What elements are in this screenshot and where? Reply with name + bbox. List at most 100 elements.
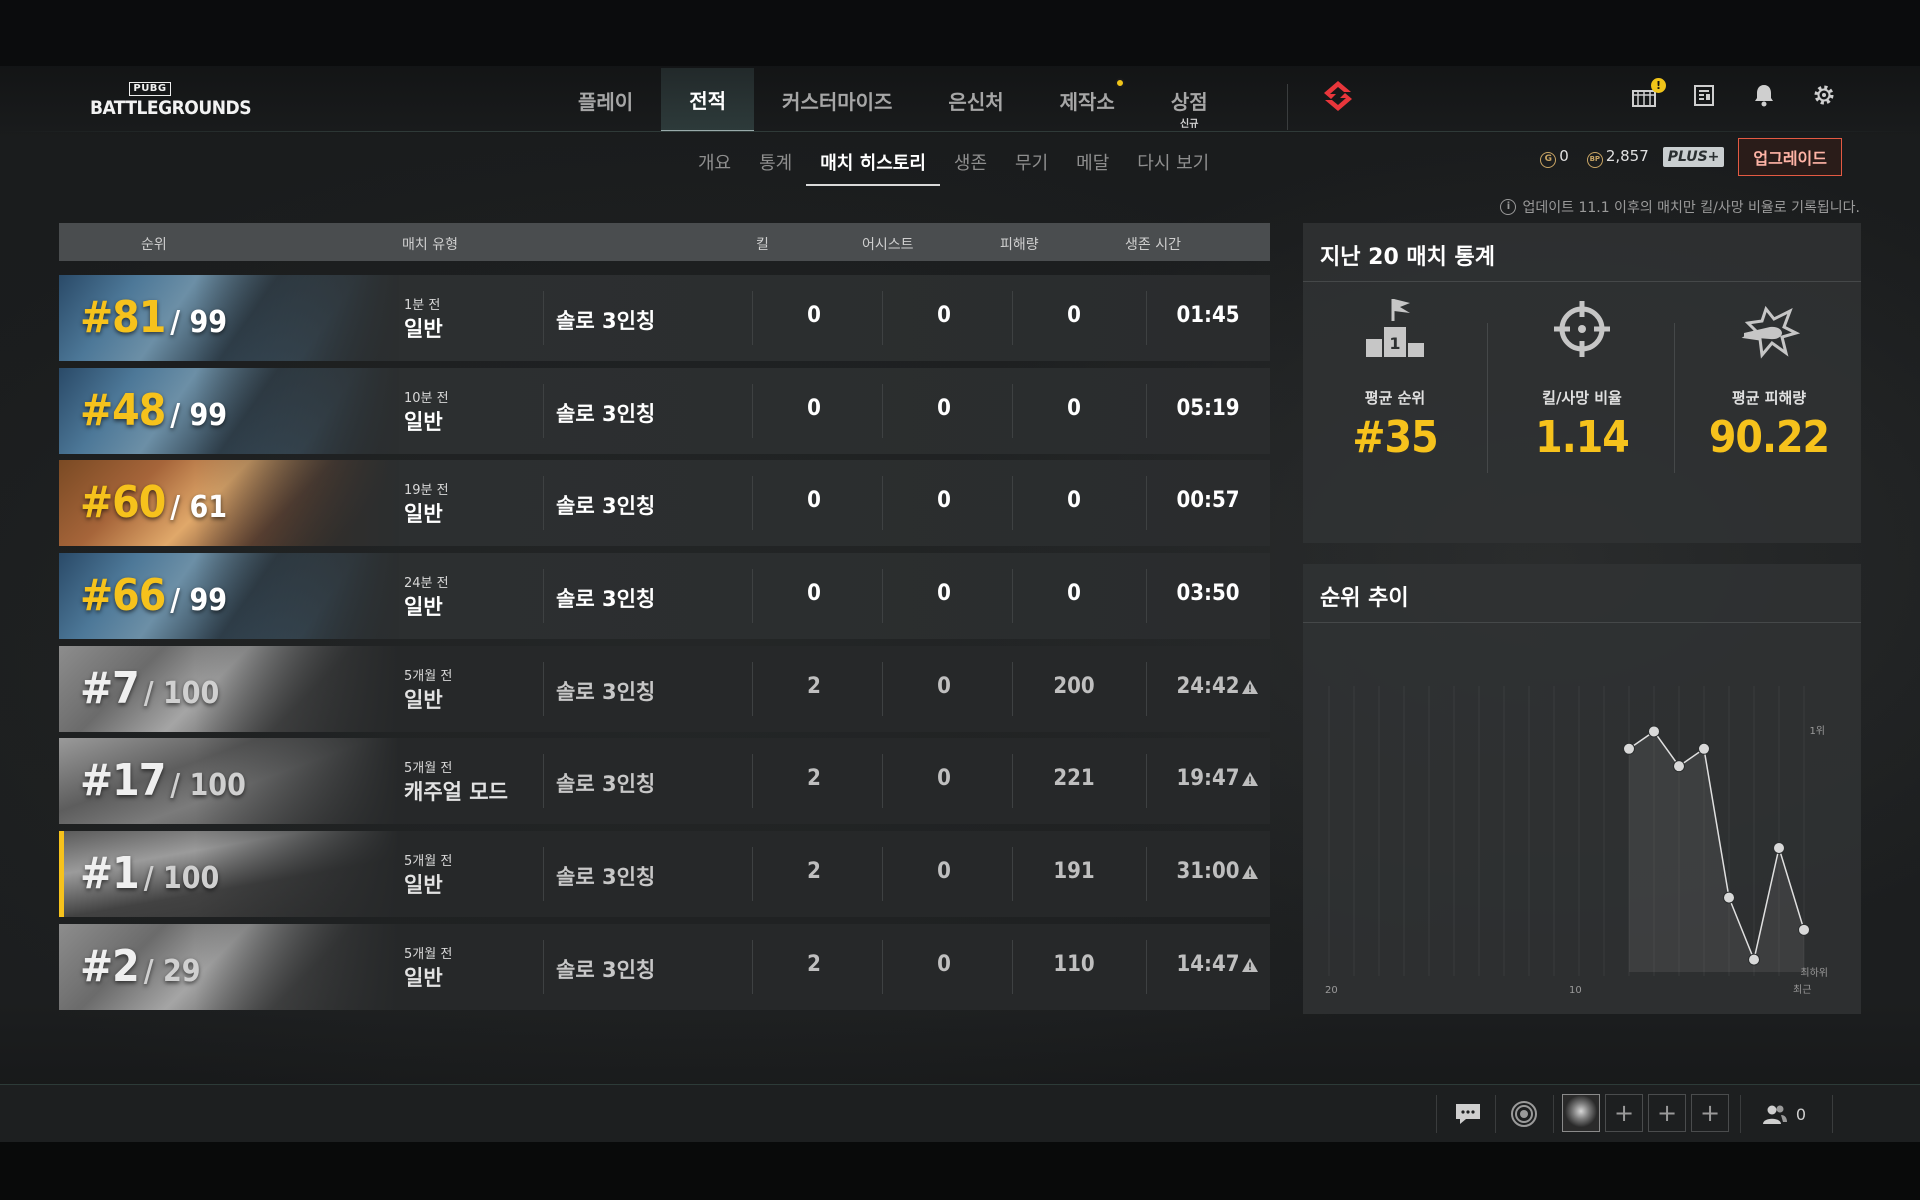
rank-total: / 99: [170, 398, 228, 433]
trend-point[interactable]: [1648, 725, 1660, 738]
damage-value: 200: [1053, 674, 1095, 699]
cell-divider: [882, 476, 883, 530]
rank-total: / 100: [143, 676, 220, 711]
cell-divider: [882, 384, 883, 438]
cell-divider: [1146, 754, 1147, 808]
gear-icon[interactable]: [1808, 82, 1840, 114]
chat-icon[interactable]: [1446, 1085, 1490, 1143]
survival-value: 00:57: [1176, 488, 1240, 513]
rank-label: #66 / 99: [80, 570, 227, 621]
emblem-icon[interactable]: [1502, 1085, 1546, 1143]
crate-icon[interactable]: !: [1628, 78, 1666, 114]
match-type: 솔로 3인칭: [556, 680, 656, 704]
rank-value: #1: [80, 848, 140, 899]
trend-point[interactable]: [1798, 923, 1810, 936]
cell-divider: [543, 569, 544, 623]
player-avatar[interactable]: [1562, 1094, 1600, 1132]
cell-divider: [752, 662, 753, 716]
kd-stat: 킬/사망 비율 1.14: [1490, 293, 1674, 483]
news-icon[interactable]: [1688, 82, 1720, 114]
rank-total: / 99: [170, 305, 228, 340]
match-row[interactable]: #66 / 99 24분 전 일반 솔로 3인칭 0 0 0 03:50: [59, 553, 1270, 639]
tab-store[interactable]: 상점 신규: [1143, 68, 1236, 132]
game-mode: 일반: [404, 873, 443, 897]
warning-icon[interactable]: [1240, 771, 1260, 789]
warning-icon[interactable]: [1240, 679, 1260, 697]
friends-icon: [1762, 1105, 1787, 1124]
add-party-slot-icon[interactable]: +: [1691, 1094, 1729, 1132]
match-row[interactable]: #60 / 61 19분 전 일반 솔로 3인칭 0 0 0 00:57: [59, 460, 1270, 546]
label-top: 1위: [1809, 724, 1825, 737]
assists-value: 0: [937, 674, 951, 699]
subtab-match-history[interactable]: 매치 히스토리: [806, 148, 940, 186]
cell-divider: [1146, 291, 1147, 345]
plus-badge[interactable]: PLUS+: [1662, 147, 1725, 167]
match-type: 솔로 3인칭: [556, 309, 656, 333]
friends-count: 0: [1795, 1104, 1807, 1124]
tab-store-label: 상점: [1170, 89, 1208, 114]
cell-divider: [1146, 569, 1147, 623]
notification-dot: [1114, 78, 1125, 88]
trend-point[interactable]: [1623, 742, 1635, 755]
tab-hideout-label: 은신처: [948, 89, 1004, 114]
match-row[interactable]: #7 / 100 5개월 전 일반 솔로 3인칭 2 0 200 24:42: [59, 646, 1270, 732]
bb-divider: [1832, 1095, 1833, 1133]
rank-value: #66: [80, 570, 166, 621]
trend-point[interactable]: [1673, 760, 1685, 773]
cell-divider: [882, 662, 883, 716]
bell-icon[interactable]: [1748, 82, 1780, 114]
cell-divider: [752, 291, 753, 345]
warning-icon[interactable]: [1240, 864, 1260, 882]
col-match-type: 매치 유형: [402, 237, 458, 253]
upgrade-button[interactable]: 업그레이드: [1738, 138, 1842, 176]
tab-play[interactable]: 플레이: [550, 68, 661, 132]
krafton-brand-icon[interactable]: [1320, 78, 1356, 114]
match-row[interactable]: #48 / 99 10분 전 일반 솔로 3인칭 0 0 0 05:19: [59, 368, 1270, 454]
avg-rank-stat: 1 평균 순위 #35: [1303, 293, 1487, 483]
cell-divider: [752, 940, 753, 994]
tab-play-label: 플레이: [578, 89, 634, 114]
tab-workshop[interactable]: 제작소: [1032, 68, 1143, 132]
cell-divider: [1146, 662, 1147, 716]
game-mode: 일반: [404, 688, 443, 712]
tab-hideout[interactable]: 은신처: [920, 68, 1031, 132]
add-party-slot-icon[interactable]: +: [1648, 1094, 1686, 1132]
trend-point[interactable]: [1773, 842, 1785, 854]
trend-point[interactable]: [1723, 891, 1735, 904]
tab-customize[interactable]: 커스터마이즈: [754, 68, 920, 132]
match-row[interactable]: #17 / 100 5개월 전 캐주얼 모드 솔로 3인칭 2 0 221 19:47: [59, 738, 1270, 824]
assists-value: 0: [937, 396, 951, 421]
nav-divider: [1287, 84, 1288, 130]
assists-value: 0: [937, 766, 951, 791]
match-row[interactable]: #2 / 29 5개월 전 일반 솔로 3인칭 2 0 110 14:47: [59, 924, 1270, 1010]
tab-records[interactable]: 전적: [661, 68, 755, 132]
col-survival: 생존 시간: [1125, 237, 1181, 253]
time-ago: 5개월 전: [404, 947, 453, 962]
match-row[interactable]: #81 / 99 1분 전 일반 솔로 3인칭 0 0 0 01:45: [59, 275, 1270, 361]
survival-value: 01:45: [1176, 303, 1240, 328]
match-type: 솔로 3인칭: [556, 958, 656, 982]
time-ago: 1분 전: [404, 298, 441, 313]
subtab-weapons[interactable]: 무기: [1001, 148, 1062, 186]
subtab-survival[interactable]: 생존: [940, 148, 1001, 186]
subtab-replays[interactable]: 다시 보기: [1123, 148, 1223, 186]
time-ago: 24분 전: [404, 576, 449, 591]
label-bottom: 최하위: [1800, 966, 1828, 979]
pubg-logo[interactable]: PUBG BATTLEGROUNDS: [90, 76, 252, 120]
g-coin: G0: [1540, 147, 1569, 168]
add-party-slot-icon[interactable]: +: [1605, 1094, 1643, 1132]
subtab-stats[interactable]: 통계: [745, 148, 806, 186]
trend-point[interactable]: [1698, 742, 1710, 755]
damage-value: 110: [1053, 952, 1095, 977]
tab-records-label: 전적: [689, 88, 727, 113]
subtab-overview[interactable]: 개요: [684, 148, 745, 186]
col-rank: 순위: [141, 237, 167, 253]
friends-button[interactable]: 0: [1754, 1085, 1814, 1143]
subtab-medals[interactable]: 메달: [1062, 148, 1123, 186]
win-indicator: [59, 831, 64, 917]
warning-icon[interactable]: [1240, 957, 1260, 975]
trend-point[interactable]: [1748, 953, 1760, 966]
kills-value: 0: [807, 303, 821, 328]
alert-badge-icon: !: [1651, 78, 1666, 93]
match-row[interactable]: #1 / 100 5개월 전 일반 솔로 3인칭 2 0 191 31:00: [59, 831, 1270, 917]
